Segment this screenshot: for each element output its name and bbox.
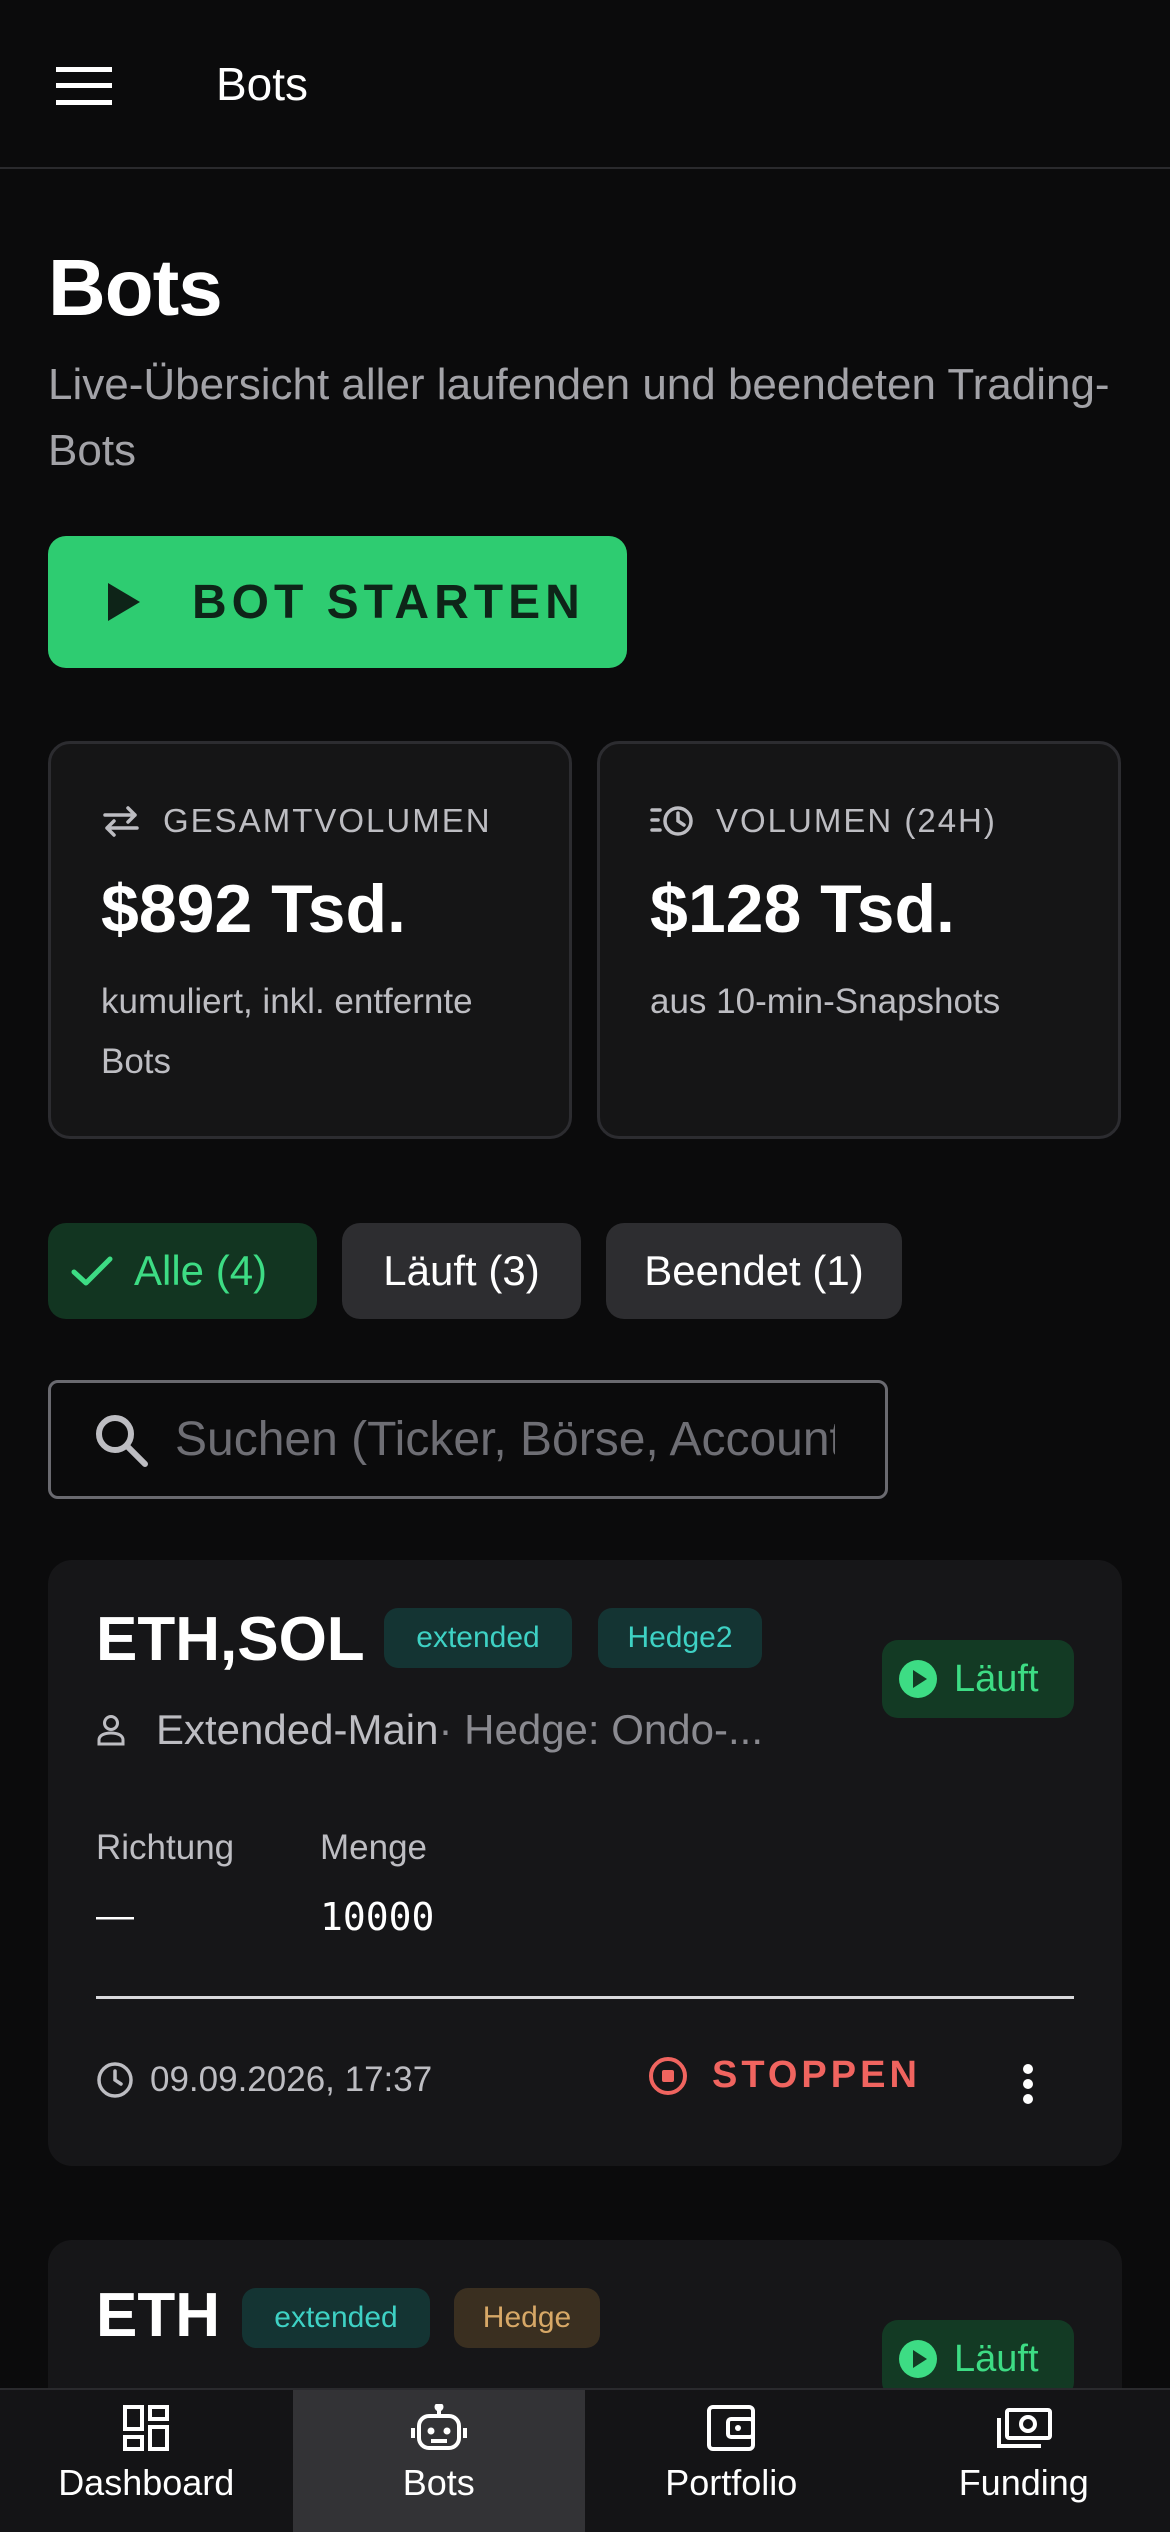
status-label: Läuft — [954, 2337, 1039, 2380]
hedge-tag: Hedge — [454, 2288, 600, 2348]
more-options-icon[interactable] — [998, 2054, 1058, 2114]
stat-note: aus 10-min-Snapshots — [650, 982, 1001, 1021]
stop-label: STOPPEN — [712, 2054, 921, 2096]
nav-label: Funding — [958, 2462, 1089, 2503]
bot-ticker: ETH,SOL — [96, 1605, 365, 1674]
direction-label: Richtung — [96, 1828, 235, 1867]
nav-label: Portfolio — [665, 2462, 798, 2503]
filter-chip-running[interactable]: Läuft (3) — [342, 1223, 581, 1319]
nav-label: Dashboard — [58, 2462, 235, 2503]
stat-value: $892 Tsd. — [101, 871, 406, 947]
filter-chip-ended[interactable]: Beendet (1) — [606, 1223, 902, 1319]
history-icon — [650, 802, 694, 840]
search-box[interactable] — [48, 1380, 888, 1499]
start-bot-label: BOT STARTEN — [192, 575, 585, 629]
dashboard-icon — [123, 2405, 170, 2451]
stat-label: VOLUMEN (24H) — [716, 802, 997, 839]
stat-label: GESAMTVOLUMEN — [163, 802, 492, 839]
play-icon — [108, 583, 140, 621]
page-title: Bots — [48, 243, 223, 332]
direction-value: — — [96, 1895, 134, 1937]
timestamp-text: 09.09.2026, 17:37 — [150, 2060, 433, 2099]
hedge-tag: Hedge2 — [598, 1608, 762, 1668]
stop-button[interactable]: STOPPEN — [648, 2054, 921, 2097]
search-input[interactable] — [175, 1412, 835, 1467]
wallet-icon — [707, 2405, 756, 2451]
stat-card-24h-volume: VOLUMEN (24H) $128 Tsd. aus 10-min-Snaps… — [597, 741, 1121, 1139]
status-badge: Läuft — [882, 2320, 1074, 2398]
started-timestamp: 09.09.2026, 17:37 — [96, 2060, 432, 2100]
filter-chip-label: Beendet (1) — [644, 1247, 864, 1294]
filter-chip-label: Läuft (3) — [383, 1247, 540, 1294]
bot-ticker: ETH — [96, 2281, 220, 2350]
account-row: Extended-Main · Hedge: Ondo-... — [96, 1706, 763, 1754]
nav-item-funding[interactable]: Funding — [878, 2390, 1170, 2532]
stat-value: $128 Tsd. — [650, 871, 955, 947]
play-circle-icon — [899, 1660, 937, 1698]
app-bar: Bots — [0, 0, 1170, 169]
bottom-navigation: Dashboard Bots Portfolio Funding — [0, 2388, 1170, 2532]
quantity-label: Menge — [320, 1828, 428, 1867]
stat-card-total-volume: GESAMTVOLUMEN $892 Tsd. kumuliert, inkl.… — [48, 741, 572, 1139]
check-icon — [71, 1256, 113, 1286]
nav-item-dashboard[interactable]: Dashboard — [0, 2390, 293, 2532]
money-icon — [996, 2408, 1052, 2448]
page-subtitle: Live-Übersicht aller laufenden und beend… — [48, 360, 1110, 475]
stop-circle-icon — [649, 2056, 687, 2095]
robot-icon — [410, 2404, 467, 2450]
filter-chip-all[interactable]: Alle (4) — [48, 1223, 317, 1319]
person-icon — [97, 1715, 125, 1746]
stat-note: kumuliert, inkl. entfernte Bots — [101, 982, 473, 1081]
hedge-account: · Hedge: Ondo-... — [438, 1706, 764, 1753]
exchange-tag: extended — [384, 1608, 572, 1668]
hamburger-menu-icon[interactable] — [48, 50, 120, 122]
exchange-tag: extended — [242, 2288, 430, 2348]
nav-label: Bots — [402, 2462, 475, 2503]
start-bot-button[interactable]: BOT STARTEN — [48, 536, 627, 668]
nav-item-portfolio[interactable]: Portfolio — [585, 2390, 878, 2532]
app-bar-title: Bots — [216, 58, 309, 110]
filter-chip-label: Alle (4) — [134, 1247, 268, 1294]
swap-arrows-icon — [101, 804, 141, 838]
divider — [96, 1996, 1074, 1999]
status-label: Läuft — [954, 1657, 1039, 1700]
play-circle-icon — [899, 2340, 937, 2378]
search-icon — [96, 1414, 148, 1467]
bot-card[interactable]: ETH,SOL extended Hedge2 Läuft Extended-M… — [48, 1560, 1122, 2166]
quantity-value: 10000 — [320, 1895, 435, 1939]
nav-item-bots[interactable]: Bots — [292, 2390, 585, 2532]
status-badge: Läuft — [882, 1640, 1074, 1718]
clock-icon — [97, 2062, 133, 2098]
account-name: Extended-Main — [156, 1706, 439, 1753]
